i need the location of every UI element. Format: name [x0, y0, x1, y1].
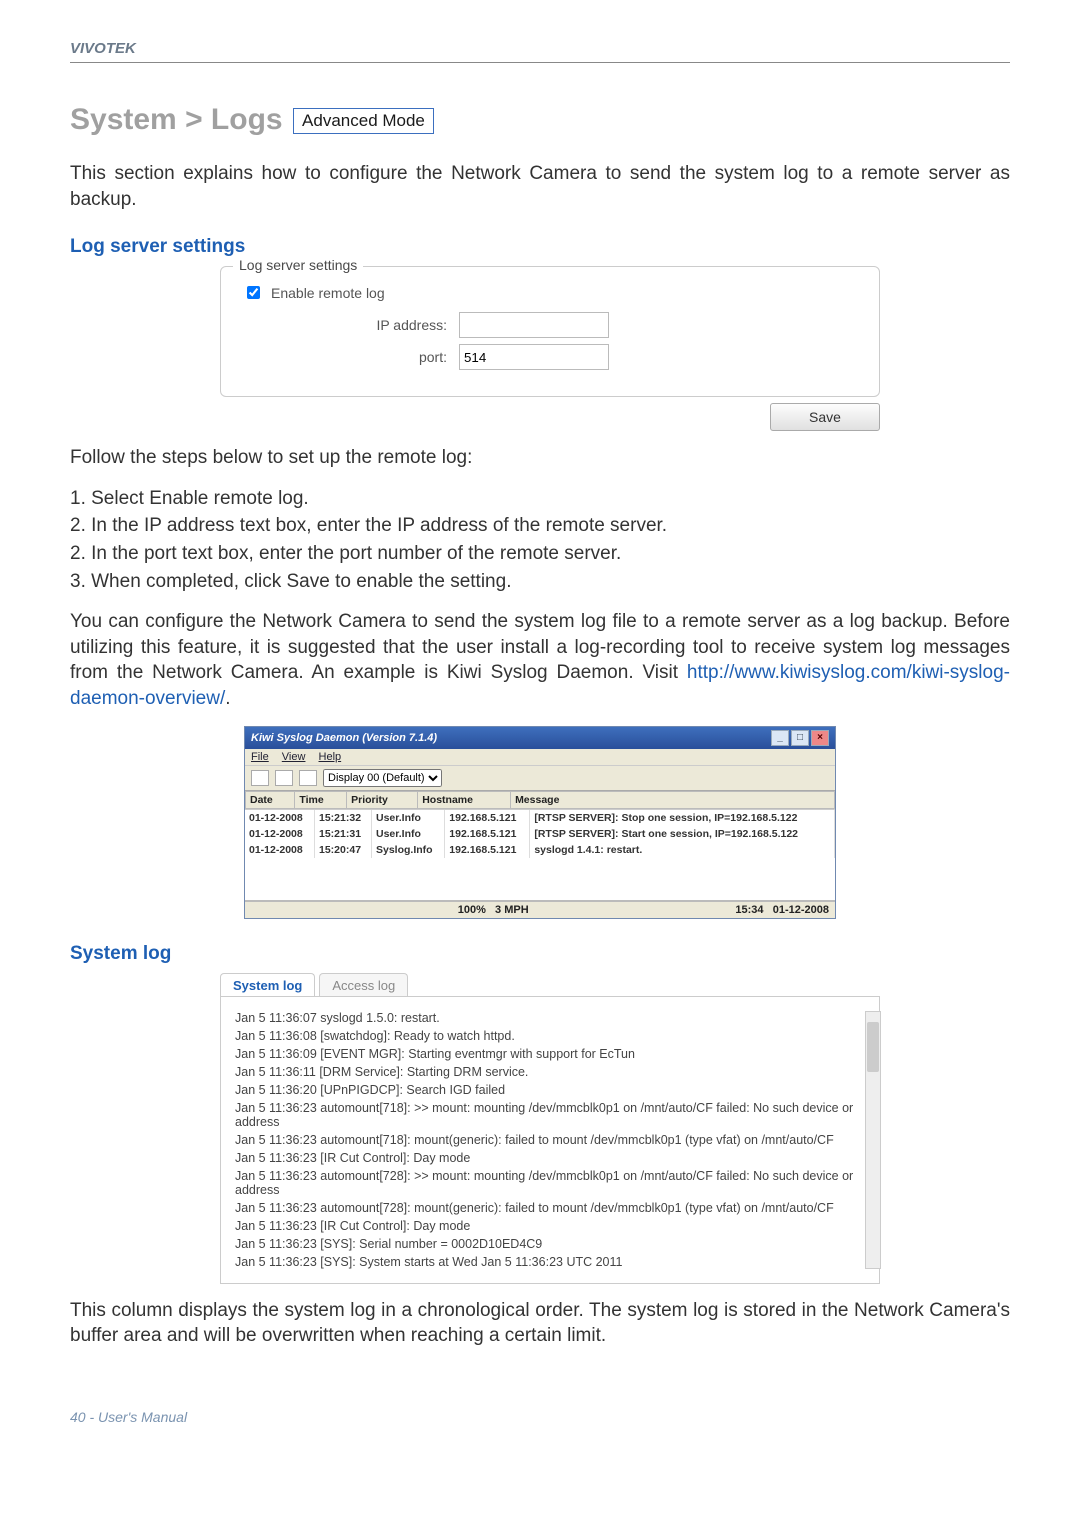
- kiwi-statusbar: 100% 3 MPH 15:34 01-12-2008: [245, 900, 835, 918]
- save-button[interactable]: Save: [770, 403, 880, 431]
- status-mph: 3 MPH: [495, 904, 529, 916]
- step-item: 2. In the port text box, enter the port …: [70, 540, 1010, 568]
- log-line: Jan 5 11:36:20 [UPnPIGDCP]: Search IGD f…: [235, 1083, 865, 1097]
- step-item: 2. In the IP address text box, enter the…: [70, 512, 1010, 540]
- log-line: Jan 5 11:36:23 automount[728]: >> mount:…: [235, 1169, 865, 1197]
- panel-legend: Log server settings: [233, 257, 363, 273]
- log-line: Jan 5 11:36:07 syslogd 1.5.0: restart.: [235, 1011, 865, 1025]
- kiwi-grid: Date Time Priority Hostname Message 01-1…: [245, 790, 835, 900]
- col-hostname: Hostname: [418, 791, 511, 808]
- kiwi-title-text: Kiwi Syslog Daemon (Version 7.1.4): [251, 732, 437, 744]
- tab-access-log[interactable]: Access log: [319, 973, 408, 997]
- enable-remote-log-checkbox[interactable]: [247, 286, 260, 299]
- log-line: Jan 5 11:36:23 [IR Cut Control]: Day mod…: [235, 1219, 865, 1233]
- col-date: Date: [246, 791, 295, 808]
- syslog-paragraph: This column displays the system log in a…: [70, 1298, 1010, 1349]
- menu-view[interactable]: View: [282, 751, 306, 763]
- log-server-panel: Log server settings Enable remote log IP…: [220, 266, 880, 397]
- kiwi-titlebar: Kiwi Syslog Daemon (Version 7.1.4) _ □ ×: [245, 727, 835, 749]
- page-footer: 40 - User's Manual: [70, 1409, 1010, 1425]
- table-row: 01-12-200815:21:32User.Info192.168.5.121…: [245, 810, 835, 826]
- port-label: port:: [237, 349, 459, 365]
- tab-system-log[interactable]: System log: [220, 973, 315, 997]
- log-line: Jan 5 11:36:23 automount[718]: mount(gen…: [235, 1133, 865, 1147]
- table-row: 01-12-200815:21:31User.Info192.168.5.121…: [245, 826, 835, 842]
- steps-list: 1. Select Enable remote log. 2. In the I…: [70, 485, 1010, 595]
- status-date: 01-12-2008: [773, 904, 829, 916]
- kiwi-toolbar: Display 00 (Default): [245, 765, 835, 790]
- log-line: Jan 5 11:36:23 [SYS]: Serial number = 00…: [235, 1237, 865, 1251]
- system-log-heading: System log: [70, 943, 1010, 965]
- enable-remote-log-label: Enable remote log: [271, 285, 385, 301]
- log-line: Jan 5 11:36:08 [swatchdog]: Ready to wat…: [235, 1029, 865, 1043]
- kiwi-window: Kiwi Syslog Daemon (Version 7.1.4) _ □ ×…: [244, 726, 836, 919]
- close-icon[interactable]: ×: [811, 730, 829, 746]
- page-title: System > Logs: [70, 103, 283, 137]
- syslog-panel: System log Access log Jan 5 11:36:07 sys…: [220, 973, 880, 1284]
- backup-paragraph: You can configure the Network Camera to …: [70, 609, 1010, 712]
- step-item: 1. Select Enable remote log.: [70, 485, 1010, 513]
- advanced-mode-badge: Advanced Mode: [293, 108, 434, 134]
- scrollbar[interactable]: [865, 1011, 881, 1269]
- step-item: 3. When completed, click Save to enable …: [70, 568, 1010, 596]
- table-row: 01-12-200815:20:47Syslog.Info192.168.5.1…: [245, 842, 835, 858]
- intro-paragraph: This section explains how to configure t…: [70, 161, 1010, 212]
- display-mode-select[interactable]: Display 00 (Default): [323, 769, 442, 787]
- toolbar-icon[interactable]: [299, 770, 317, 786]
- log-line: Jan 5 11:36:23 [IR Cut Control]: Day mod…: [235, 1151, 865, 1165]
- toolbar-icon[interactable]: [251, 770, 269, 786]
- menu-help[interactable]: Help: [319, 751, 342, 763]
- toolbar-icon[interactable]: [275, 770, 293, 786]
- port-input[interactable]: [459, 344, 609, 370]
- log-line: Jan 5 11:36:23 automount[728]: mount(gen…: [235, 1201, 865, 1215]
- col-message: Message: [511, 791, 835, 808]
- log-line: Jan 5 11:36:23 automount[718]: >> mount:…: [235, 1101, 865, 1129]
- log-line: Jan 5 11:36:09 [EVENT MGR]: Starting eve…: [235, 1047, 865, 1061]
- col-time: Time: [295, 791, 347, 808]
- brand: VIVOTEK: [70, 40, 136, 57]
- log-line: Jan 5 11:36:11 [DRM Service]: Starting D…: [235, 1065, 865, 1079]
- ip-label: IP address:: [237, 317, 459, 333]
- status-time: 15:34: [735, 904, 763, 916]
- status-pct: 100%: [458, 904, 486, 916]
- minimize-icon[interactable]: _: [771, 730, 789, 746]
- maximize-icon[interactable]: □: [791, 730, 809, 746]
- log-server-heading: Log server settings: [70, 236, 1010, 258]
- backup-post: .: [225, 688, 230, 709]
- steps-intro: Follow the steps below to set up the rem…: [70, 445, 1010, 471]
- page-header: VIVOTEK: [70, 40, 1010, 63]
- kiwi-menubar: File View Help: [245, 749, 835, 765]
- col-priority: Priority: [347, 791, 418, 808]
- menu-file[interactable]: File: [251, 751, 269, 763]
- ip-input[interactable]: [459, 312, 609, 338]
- log-line: Jan 5 11:36:23 [SYS]: System starts at W…: [235, 1255, 865, 1269]
